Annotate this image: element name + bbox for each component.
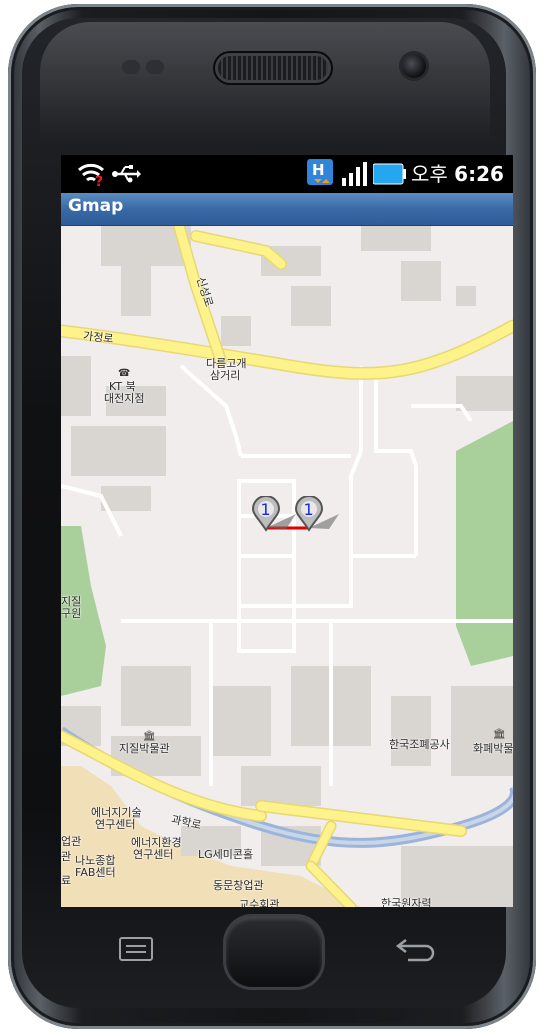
kt-label-2: 대전지점 [104,392,145,405]
lg-hall-label: LG세미콘홀 [198,848,254,861]
app-title: Gmap [68,196,124,216]
front-camera [402,54,426,78]
edge-label-gwan2: 관 [61,850,72,863]
app-title-bar: Gmap [61,193,513,226]
energy-env-label-2: 연구센터 [133,848,174,861]
screen: ? H 오후 6:26 Gmap 1 1 가정로 신성로 다름고개 삼거리 ☎ … [61,155,513,907]
home-button[interactable] [226,917,322,987]
mint-label: 한국조폐공사 [389,738,450,751]
wifi-warning-icon: ? [78,163,104,187]
map-marker-pin-icon[interactable]: 1 [292,496,326,532]
phone-poi-icon: ☎ [118,368,131,379]
kaist-hall-label: 교수회관 [239,898,280,908]
h-network-icon: H [307,159,333,185]
edge-label-gwan: 업관 [61,835,82,848]
map-marker-pin-icon[interactable]: 1 [249,496,283,532]
atomic-label: 한국원자력 [381,897,432,908]
back-icon[interactable] [394,934,438,962]
proximity-sensor [122,60,140,74]
signal-icon [342,162,367,186]
energy-tech-label-2: 연구센터 [95,818,136,831]
dongmun-label: 동문창업관 [213,879,264,892]
map-canvas [61,226,513,907]
status-clock: 오후 6:26 [411,162,504,186]
geology-label-2: 구원 [61,607,82,620]
marker-1-label: 1 [261,500,271,519]
museum-poi-icon: 🏛 [493,729,506,740]
museum-poi-icon: 🏛 [143,731,156,742]
svg-text:H: H [312,161,325,179]
light-sensor [146,60,164,74]
geology-museum-label: 지질박물관 [119,742,170,755]
bezel-shine [40,22,490,142]
usb-icon [112,165,141,183]
marker-2-label: 1 [304,500,314,519]
battery-icon [373,163,406,185]
nano-label-2: FAB센터 [75,866,116,879]
map-view[interactable]: 1 1 가정로 신성로 다름고개 삼거리 ☎ KT 북 대전지점 지질 구원 🏛… [61,226,513,907]
earpiece-speaker [218,56,328,80]
junction-label-2: 삼거리 [210,369,241,382]
status-bar: ? H 오후 6:26 [61,155,513,193]
currency-museum-label: 화폐박물 [473,742,513,755]
menu-icon[interactable] [118,936,154,962]
edge-label-ryo: 료 [61,874,72,887]
svg-text:?: ? [95,174,103,187]
